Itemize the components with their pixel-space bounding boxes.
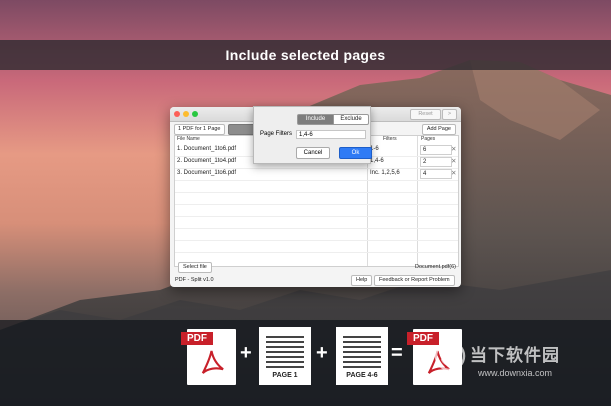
banner: Include selected pages [0,40,611,70]
equals-sign: = [391,342,403,364]
feedback-button[interactable]: Feedback or Report Problem [374,275,455,286]
table-row [175,240,458,253]
pages-cell[interactable]: 2 [420,157,452,167]
pdf-document-icon: PDF [181,329,236,385]
page-document-icon: PAGE 1 [259,327,311,385]
tab-secondary[interactable] [228,124,256,135]
remove-row-icon[interactable]: ✕ [451,157,456,165]
page-filters-label: Page Filters [260,131,293,137]
reset-button[interactable]: Reset [410,109,441,120]
watermark-logo-icon [434,340,466,372]
remove-row-icon[interactable]: ✕ [451,145,456,153]
tab-one-pdf-per-page[interactable]: 1 PDF for 1 Page [174,124,225,135]
exclude-segment[interactable]: Exclude [333,114,369,125]
next-button[interactable]: > [442,109,457,120]
file-name-cell: 2. Document_1to4.pdf [177,158,237,164]
file-name-cell: 1. Document_1to6.pdf [177,146,237,152]
zoom-window-icon[interactable] [192,111,198,117]
watermark-url: www.downxia.com [478,368,553,378]
page-1-label: PAGE 1 [272,372,298,379]
plus-sign: + [240,342,252,364]
table-row [175,192,458,205]
ok-button[interactable]: Ok [339,147,372,159]
table-row[interactable]: 3. Document_1to6.pdf Inc. 1,2,5,6 4 ✕ [175,168,458,181]
include-segment[interactable]: Include [297,114,334,125]
table-row [175,216,458,229]
col-header-pages: Pages [421,136,436,142]
page-document-icon: PAGE 4-6 [336,327,388,385]
page-filters-input[interactable]: 1,4-6 [296,130,366,139]
minimize-window-icon[interactable] [183,111,189,117]
app-name-label: PDF - Split v1.0 [175,277,214,283]
banner-title: Include selected pages [225,47,386,63]
filter-cell: Inc. 1,2,5,6 [370,170,400,176]
text-lines-icon [266,336,304,371]
table-row [175,204,458,217]
pages-cell[interactable]: 6 [420,145,452,155]
acrobat-icon [201,350,224,374]
pages-cell[interactable]: 4 [420,169,452,179]
plus-sign: + [316,342,328,364]
col-header-filters: Filters [383,136,397,142]
output-file-label: Document.pdf(6) [415,264,456,270]
cancel-button[interactable]: Cancel [296,147,330,159]
table-row [175,228,458,241]
help-button[interactable]: Help [351,275,373,286]
table-row [175,180,458,193]
file-name-cell: 3. Document_1to6.pdf [177,170,237,176]
pdf-label: PDF [181,332,213,345]
filter-cell: 1,4-6 [370,158,384,164]
col-header-file-name: File Name [177,136,200,142]
add-page-button[interactable]: Add Page [421,124,456,135]
page-filter-dialog: Include Exclude Page Filters 1,4-6 Cance… [253,106,372,164]
close-window-icon[interactable] [174,111,180,117]
remove-row-icon[interactable]: ✕ [451,169,456,177]
watermark-text: 当下软件园 [470,346,560,365]
text-lines-icon [343,336,381,371]
select-file-button[interactable]: Select file [178,262,212,273]
page-4-6-label: PAGE 4-6 [346,372,378,379]
